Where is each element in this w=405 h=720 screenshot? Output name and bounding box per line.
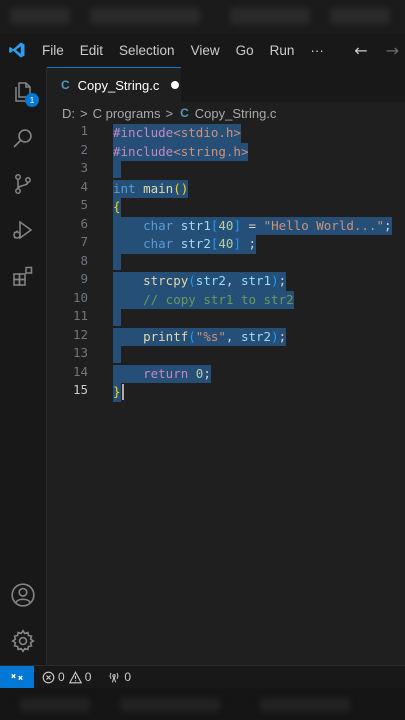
code-text: [113, 307, 121, 326]
menu-file[interactable]: File: [34, 43, 72, 58]
tab-label: Copy_String.c: [77, 77, 160, 93]
source-control-icon: [15, 174, 31, 194]
code-line[interactable]: 11: [47, 307, 405, 326]
warning-icon: [68, 670, 82, 683]
line-number: 12: [72, 326, 88, 342]
code-line[interactable]: 13: [47, 344, 405, 363]
menu-more[interactable]: ···: [302, 43, 332, 58]
blurred-top-strip: [0, 0, 405, 33]
breadcrumb-folder[interactable]: C programs: [93, 106, 161, 121]
text-cursor: [121, 383, 124, 400]
menu-selection[interactable]: Selection: [111, 43, 183, 58]
account-icon: [11, 583, 35, 607]
account-button[interactable]: [0, 572, 46, 618]
run-debug-button[interactable]: [0, 207, 46, 253]
code-line[interactable]: 1 #include<stdio.h>: [47, 122, 405, 143]
explorer-button[interactable]: 1: [0, 69, 46, 115]
code-line[interactable]: 9 strcpy(str2, str1);: [47, 270, 405, 291]
remote-icon: [11, 673, 23, 681]
back-arrow-icon[interactable]: ←: [354, 41, 367, 60]
code-line[interactable]: 3: [47, 159, 405, 178]
activity-bar: 1: [0, 67, 47, 665]
breadcrumb-separator: >: [80, 105, 88, 121]
code-line[interactable]: 6 char str1[40] = "Hello World...";: [47, 215, 405, 235]
menu-run[interactable]: Run: [262, 43, 303, 58]
source-control-button[interactable]: [0, 161, 46, 207]
c-file-icon: C: [180, 106, 189, 120]
code-text: }: [113, 383, 121, 402]
error-icon: [42, 671, 55, 683]
line-number: 1: [80, 123, 88, 138]
explorer-badge: 1: [25, 93, 39, 107]
ports-count: 0: [124, 670, 132, 684]
line-number: 9: [80, 271, 88, 286]
run-debug-icon: [13, 220, 33, 240]
line-number: 3: [80, 160, 88, 175]
line-number: 13: [72, 345, 88, 360]
menu-view[interactable]: View: [183, 43, 228, 58]
breadcrumb-drive[interactable]: D:: [62, 106, 75, 121]
line-number: 7: [80, 234, 88, 249]
c-file-icon: C: [61, 78, 70, 92]
remote-indicator-button[interactable]: [0, 666, 34, 688]
line-number: 2: [80, 141, 88, 157]
code-line[interactable]: 7 char str2[40] ;: [47, 233, 405, 254]
settings-button[interactable]: [0, 618, 46, 664]
line-number: 11: [72, 308, 88, 323]
code-line[interactable]: 14 return 0;: [47, 363, 405, 383]
line-number: 5: [80, 197, 88, 212]
tab-bar: C Copy_String.c: [47, 67, 405, 103]
code-line[interactable]: 4 int main(): [47, 178, 405, 198]
code-line[interactable]: 10 // copy str1 to str2: [47, 289, 405, 309]
menu-edit[interactable]: Edit: [72, 43, 111, 58]
status-bar: 0 0 0: [0, 665, 405, 688]
search-button[interactable]: [0, 115, 46, 161]
extensions-icon: [13, 266, 33, 286]
line-number: 15: [72, 382, 88, 397]
code-text: [113, 159, 121, 178]
error-count: 0: [58, 670, 65, 684]
problems-indicator[interactable]: 0 0: [42, 670, 91, 684]
line-number: 6: [80, 215, 88, 231]
ports-indicator[interactable]: 0: [107, 670, 131, 684]
tab-copy-string[interactable]: C Copy_String.c: [47, 67, 181, 102]
forward-arrow-icon[interactable]: →: [386, 41, 399, 60]
vscode-logo-icon: [0, 33, 34, 67]
menu-go[interactable]: Go: [228, 43, 262, 58]
editor-pane[interactable]: D: > C programs > C Copy_String.c 1 #incl…: [47, 102, 405, 665]
breadcrumb-file[interactable]: Copy_String.c: [195, 106, 277, 121]
menu-bar: File Edit Selection View Go Run ··· ← →: [0, 33, 405, 67]
broadcast-icon: [109, 672, 119, 683]
warning-count: 0: [84, 670, 92, 684]
code-text: [113, 344, 121, 363]
line-number: 4: [80, 178, 88, 194]
code-text: [113, 251, 121, 270]
line-number: 10: [72, 289, 88, 305]
blurred-bottom-strip: [0, 688, 405, 720]
settings-gear-icon: [11, 629, 35, 653]
line-number: 14: [72, 363, 88, 379]
breadcrumb: D: > C programs > C Copy_String.c: [62, 102, 276, 124]
breadcrumb-separator: >: [165, 105, 174, 121]
code-line[interactable]: 2 #include<string.h>: [47, 141, 405, 161]
code-line[interactable]: 12 printf("%s", str2);: [47, 326, 405, 346]
unsaved-dot-icon[interactable]: [171, 81, 180, 89]
extensions-button[interactable]: [0, 253, 46, 299]
code-line[interactable]: 5{: [47, 196, 405, 217]
code-line[interactable]: 15}: [47, 381, 405, 402]
code-line[interactable]: 8: [47, 251, 405, 270]
search-icon: [13, 129, 32, 148]
line-number: 8: [80, 252, 88, 268]
